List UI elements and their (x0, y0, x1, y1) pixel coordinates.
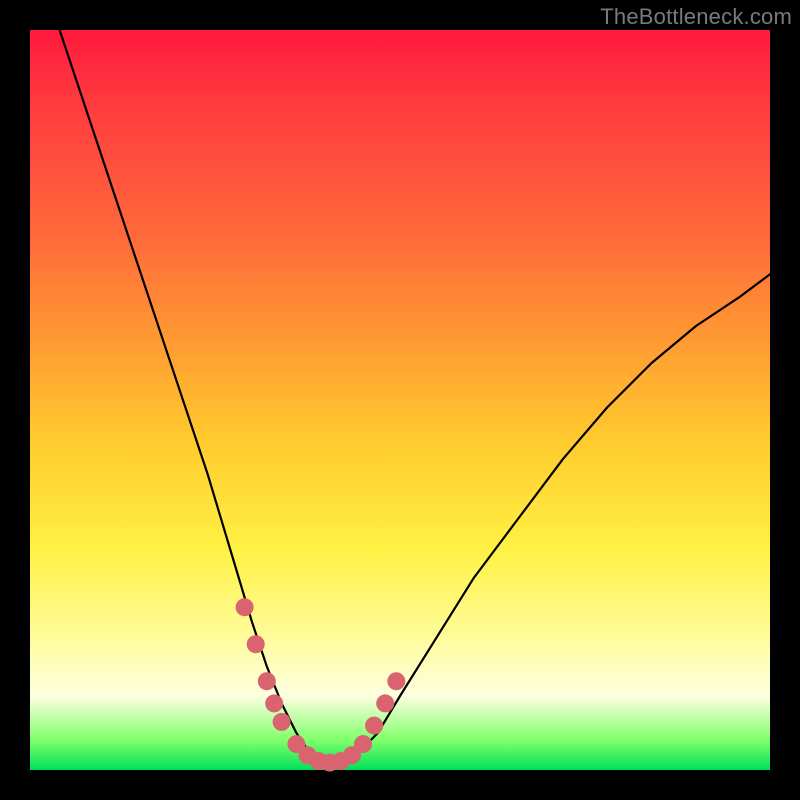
highlight-dot (376, 694, 394, 712)
bottleneck-curve (60, 30, 770, 763)
highlight-dot (258, 672, 276, 690)
highlight-dot (247, 635, 265, 653)
highlight-dot (265, 694, 283, 712)
highlight-dot (365, 717, 383, 735)
curve-svg (30, 30, 770, 770)
highlight-dot (236, 598, 254, 616)
highlight-dot (273, 713, 291, 731)
chart-stage: TheBottleneck.com (0, 0, 800, 800)
highlight-dot (354, 735, 372, 753)
watermark-text: TheBottleneck.com (600, 4, 792, 30)
highlight-dots (236, 598, 406, 771)
plot-area (30, 30, 770, 770)
highlight-dot (387, 672, 405, 690)
